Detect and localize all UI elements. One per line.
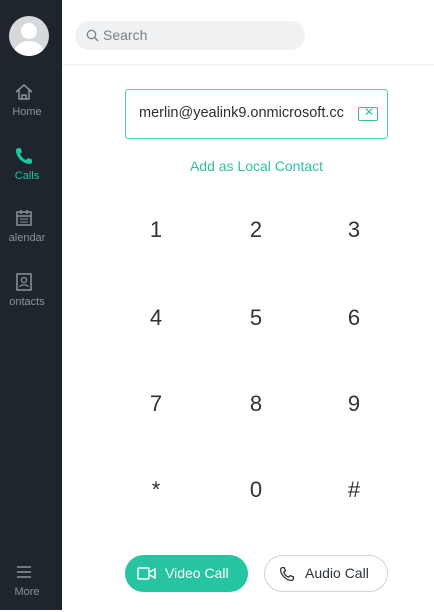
dialpad-key-star[interactable]: * <box>126 470 186 510</box>
dialpad-key-0[interactable]: 0 <box>226 470 286 510</box>
add-local-contact-link[interactable]: Add as Local Contact <box>125 158 388 174</box>
sidebar-item-calendar[interactable]: alendar <box>0 206 62 258</box>
dialpad-key-9[interactable]: 9 <box>324 384 384 424</box>
search-input[interactable]: Search <box>75 21 305 50</box>
video-call-label: Video Call <box>165 565 229 581</box>
avatar[interactable] <box>9 16 49 56</box>
dialpad-key-2[interactable]: 2 <box>226 210 286 250</box>
dialpad-key-7[interactable]: 7 <box>126 384 186 424</box>
top-bar: Search <box>62 0 434 65</box>
menu-icon <box>17 566 31 578</box>
dialpad-key-6[interactable]: 6 <box>324 298 384 338</box>
video-call-button[interactable]: Video Call <box>125 555 248 592</box>
sidebar: Home Calls alendar ontacts More <box>0 0 62 610</box>
dialpad-key-hash[interactable]: # <box>324 470 384 510</box>
dialpad-key-3[interactable]: 3 <box>324 210 384 250</box>
video-camera-icon <box>137 567 156 580</box>
search-placeholder: Search <box>103 27 148 43</box>
search-icon <box>86 29 99 42</box>
dial-number-input[interactable]: merlin@yealink9.onmicrosoft.cc ✕ <box>125 89 388 139</box>
dialpad-key-1[interactable]: 1 <box>126 210 186 250</box>
dialpad-key-4[interactable]: 4 <box>126 298 186 338</box>
audio-call-label: Audio Call <box>305 565 369 581</box>
phone-icon <box>279 566 295 582</box>
dial-input-value: merlin@yealink9.onmicrosoft.cc <box>139 105 344 121</box>
close-icon: ✕ <box>364 105 375 119</box>
sidebar-item-label: Calls <box>14 170 40 182</box>
sidebar-item-more[interactable]: More <box>0 560 62 612</box>
avatar-body <box>14 41 44 56</box>
dialpad-key-8[interactable]: 8 <box>226 384 286 424</box>
audio-call-button[interactable]: Audio Call <box>264 555 388 592</box>
sidebar-item-contacts[interactable]: ontacts <box>0 270 62 322</box>
sidebar-item-home[interactable]: Home <box>0 80 62 132</box>
home-icon <box>15 84 33 100</box>
avatar-head <box>21 23 37 39</box>
sidebar-item-label: Home <box>12 106 42 118</box>
phone-icon <box>16 148 32 164</box>
clear-input-button[interactable]: ✕ <box>358 105 378 121</box>
sidebar-item-label: More <box>14 586 40 598</box>
dialpad-key-5[interactable]: 5 <box>226 298 286 338</box>
sidebar-item-label: alendar <box>8 232 46 244</box>
calendar-icon <box>16 210 32 226</box>
sidebar-item-label: ontacts <box>9 296 45 308</box>
sidebar-item-calls[interactable]: Calls <box>0 144 62 196</box>
contacts-icon <box>16 273 32 291</box>
